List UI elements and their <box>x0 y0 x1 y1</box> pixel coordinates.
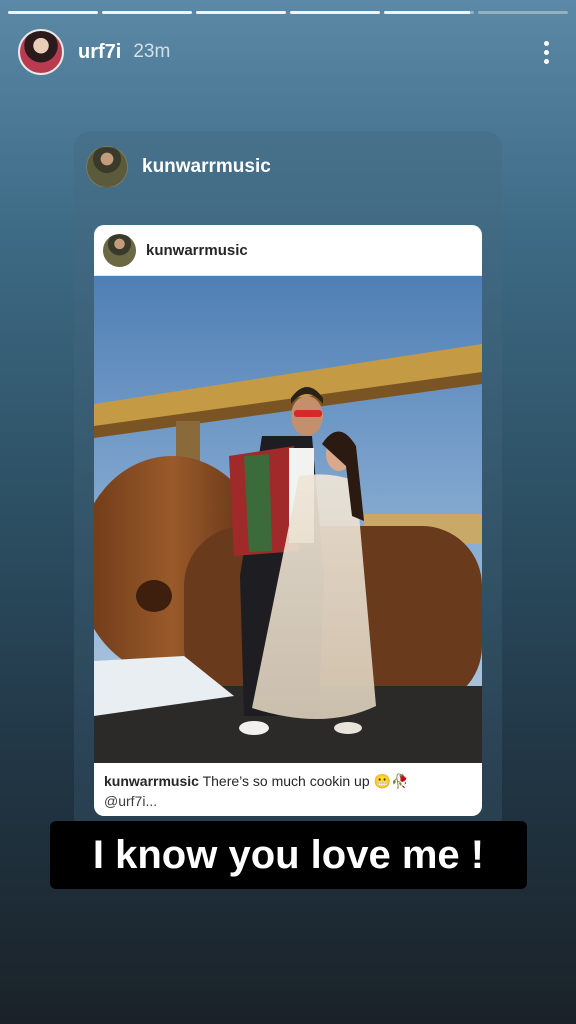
post-photo <box>94 276 482 763</box>
story-progress-fill <box>290 11 380 14</box>
caption-username: kunwarrmusic <box>104 773 199 789</box>
story-progress-segment <box>478 11 568 14</box>
story-progress-segment <box>102 11 192 14</box>
story-progress-fill <box>8 11 98 14</box>
post-header: kunwarrmusic <box>94 225 482 276</box>
story-progress-fill <box>102 11 192 14</box>
shared-post-avatar[interactable] <box>86 146 128 188</box>
vertical-ellipsis-icon[interactable] <box>534 37 558 67</box>
post-author-avatar <box>103 233 136 267</box>
story-progress-segment <box>8 11 98 14</box>
caption-mention[interactable]: @urf7i... <box>104 793 157 809</box>
caption-text: There’s so much cookin up 😬🥀 <box>198 773 409 789</box>
story-timestamp: 23m <box>133 41 171 62</box>
shared-post-username[interactable]: kunwarrmusic <box>142 156 271 178</box>
story-progress-segment <box>384 11 474 14</box>
shared-post-header[interactable]: kunwarrmusic <box>86 145 271 189</box>
story-progress-segment <box>196 11 286 14</box>
story-progress-fill <box>196 11 286 14</box>
embedded-post[interactable]: kunwarrmusic kunwarrmusic There’s so muc… <box>94 225 482 816</box>
story-progress-segment <box>290 11 380 14</box>
post-author-username: kunwarrmusic <box>146 241 248 259</box>
story-progress-bar <box>8 11 568 14</box>
post-caption: kunwarrmusic There’s so much cookin up 😬… <box>94 763 482 811</box>
story-progress-fill <box>384 11 470 14</box>
story-author-avatar[interactable] <box>18 29 64 75</box>
story-text-overlay: I know you love me ! <box>50 821 527 889</box>
story-author-username[interactable]: urf7i <box>78 41 121 64</box>
story-header: urf7i 23m <box>18 28 558 76</box>
